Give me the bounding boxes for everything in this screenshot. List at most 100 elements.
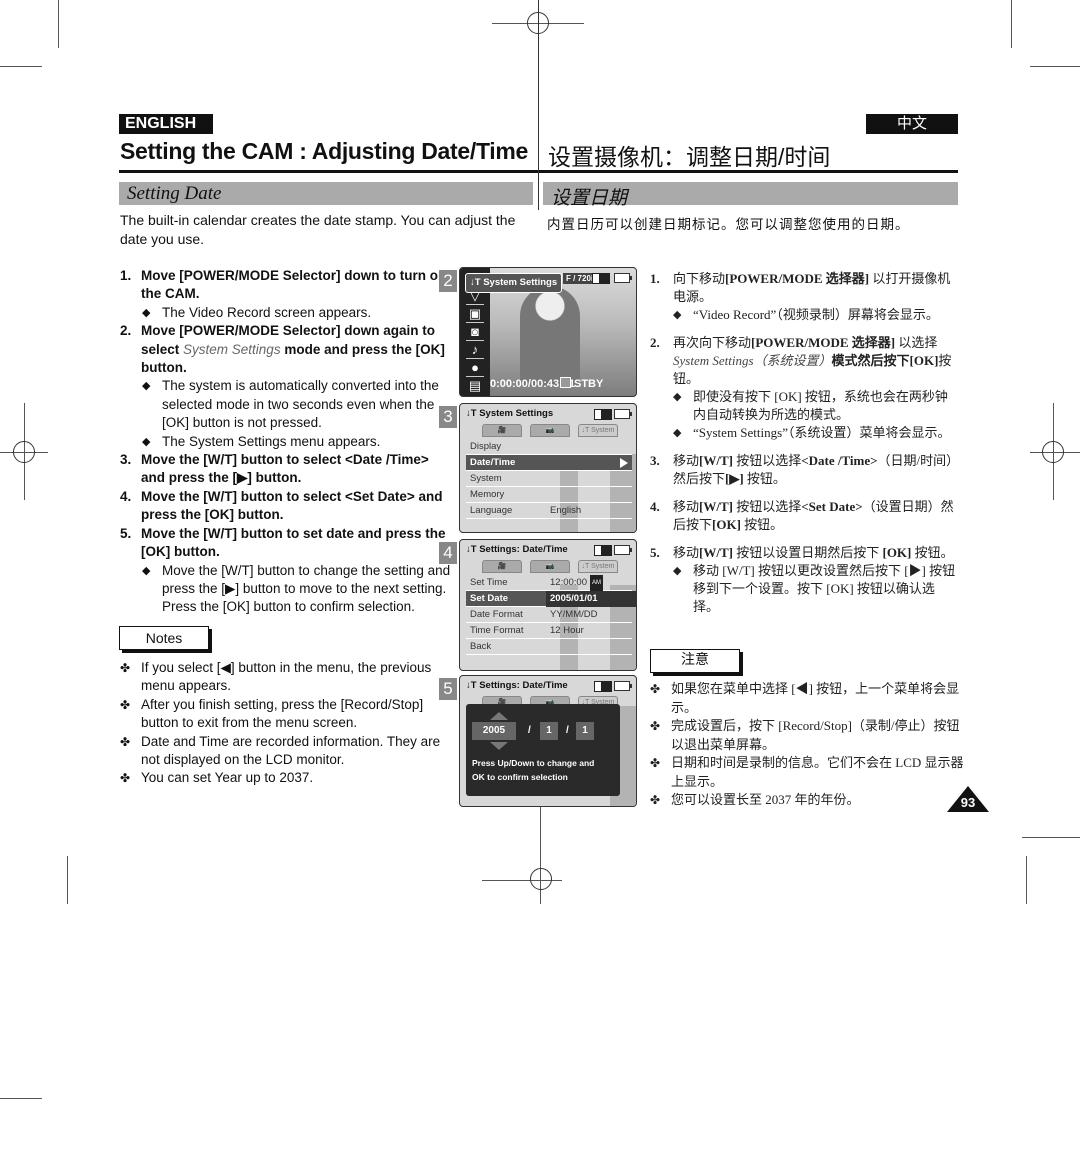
club-bullet-icon: ✤ bbox=[120, 734, 131, 749]
club-bullet-icon: ✤ bbox=[120, 661, 131, 675]
month-field[interactable]: 1 bbox=[540, 722, 558, 740]
note-text: 如果您在菜单中选择 [◀] 按钮，上一个菜单将会显示。 bbox=[671, 681, 960, 715]
step-2-bullet: ◆ The System Settings menu appears. bbox=[120, 433, 455, 451]
diamond-bullet-icon: ◆ bbox=[142, 564, 151, 577]
bullet-text: “System Settings”（系统设置）菜单将会显示。 bbox=[693, 425, 951, 440]
step-text-bold: <Set Date> bbox=[801, 499, 863, 514]
memory-card-icon bbox=[594, 545, 612, 556]
notes-list-chinese: ✤ 如果您在菜单中选择 [◀] 按钮，上一个菜单将会显示。 ✤ 完成设置后，按下 [… bbox=[650, 680, 970, 810]
menu-item-date-time[interactable]: Date/Time bbox=[466, 455, 632, 471]
menu-item-memory[interactable]: Memory bbox=[466, 487, 632, 503]
note-text: 您可以设置长至 2037 年的年份。 bbox=[671, 792, 860, 807]
step-number: 2. bbox=[120, 323, 132, 339]
step-text: Move the [W/T] button to select <Set Dat… bbox=[141, 488, 443, 523]
tab-photo[interactable]: 📷 bbox=[530, 560, 570, 573]
club-bullet-icon: ✤ bbox=[120, 771, 131, 786]
step-3-zh: 3. 移动[W/T] 按钮以选择<Date /Time>（日期/时间）然后按下[… bbox=[650, 452, 960, 488]
screenshot-date-time-settings: ↓T Settings: Date/Time 🎥 📷 ↓T System Set… bbox=[459, 539, 637, 671]
memory-card-icon bbox=[594, 409, 612, 420]
step-4-zh: 4. 移动[W/T] 按钮以选择<Set Date>（设置日期）然后按下[OK]… bbox=[650, 498, 960, 534]
step-3: 3. Move the [W/T] button to select <Date… bbox=[120, 451, 455, 488]
step-5-zh-bullet: ◆ 移动 [W/T] 按钮以更改设置然后按下 [▶] 按钮移到下一个设置。按下 [… bbox=[650, 562, 960, 616]
menu-item-label: Display bbox=[470, 441, 502, 452]
menu-item-label: Date/Time bbox=[470, 457, 516, 468]
step-number: 2. bbox=[650, 335, 660, 350]
day-field[interactable]: 1 bbox=[576, 722, 594, 740]
crop-mark bbox=[1022, 837, 1080, 838]
step-text-bold: [OK] bbox=[882, 545, 912, 560]
menu-item-label: Set Date bbox=[470, 593, 509, 604]
menu-item-label: Time Format bbox=[470, 625, 524, 636]
screen-number: 3 bbox=[439, 406, 457, 428]
tab-photo[interactable]: 📷 bbox=[530, 424, 570, 437]
menu-item-language[interactable]: Language English bbox=[466, 503, 632, 519]
crop-mark bbox=[58, 0, 59, 48]
battery-icon bbox=[614, 545, 632, 555]
screen-number: 2 bbox=[439, 270, 457, 292]
arrow-up-icon[interactable] bbox=[490, 712, 508, 720]
tab-video[interactable]: 🎥 bbox=[482, 424, 522, 437]
club-bullet-icon: ✤ bbox=[650, 793, 661, 807]
step-text: 按钮。 bbox=[740, 517, 784, 532]
step-1-bullet: ◆ The Video Record screen appears. bbox=[120, 304, 455, 322]
step-text-bold: [W/T] bbox=[699, 545, 733, 560]
step-2: 2. Move [POWER/MODE Selector] down again… bbox=[120, 322, 455, 377]
video-camera-icon: ▣ bbox=[466, 306, 484, 323]
page-title-chinese: 设置摄像机：调整日期/时间 bbox=[548, 144, 831, 170]
menu-title-text: Settings: Date/Time bbox=[479, 680, 568, 691]
column-divider bbox=[538, 0, 539, 210]
language-badge-chinese: 中文 bbox=[866, 114, 958, 134]
menu-item-label: Set Time bbox=[470, 577, 508, 588]
memory-card-icon bbox=[594, 681, 612, 692]
menu-item-value: 12 Hour bbox=[550, 625, 584, 636]
page-title-english: Setting the CAM : Adjusting Date/Time bbox=[120, 138, 529, 164]
battery-icon bbox=[614, 273, 632, 283]
notes-label-chinese: 注意 bbox=[650, 649, 740, 673]
tab-system[interactable]: ↓T System bbox=[578, 424, 618, 437]
notes-list-english: ✤ If you select [◀] button in the menu, t… bbox=[120, 659, 460, 788]
step-text: Move [POWER/MODE Selector] down to turn … bbox=[141, 268, 447, 302]
menu-title: ↓T Settings: Date/Time bbox=[466, 544, 568, 555]
menu-item-set-date[interactable]: Set Date 2005/01/01 bbox=[466, 591, 636, 607]
tab-system[interactable]: ↓T System bbox=[578, 560, 618, 573]
note-text: If you select [◀] button in the menu, th… bbox=[141, 660, 432, 694]
step-text: Move the [W/T] button to set date and pr… bbox=[141, 525, 446, 560]
menu-item-system[interactable]: System bbox=[466, 471, 632, 487]
step-text: 按钮以选择 bbox=[732, 453, 802, 468]
section-title-english: Setting Date bbox=[127, 183, 222, 204]
menu-item-back[interactable]: Back bbox=[466, 639, 632, 655]
menu-item-date-format[interactable]: Date Format YY/MM/DD bbox=[466, 607, 632, 623]
step-text-bold: 模式然后按下 bbox=[831, 353, 910, 368]
step-number: 5. bbox=[650, 545, 660, 560]
bullet-text: 移动 [W/T] 按钮以更改设置然后按下 [▶] 按钮移到下一个设置。按下 [O… bbox=[693, 563, 956, 614]
registration-mark bbox=[530, 868, 552, 890]
instruction-line: Press Up/Down to change and bbox=[472, 758, 595, 768]
microphone-icon: ● bbox=[466, 360, 484, 377]
arrow-down-icon[interactable] bbox=[490, 742, 508, 750]
steps-list-chinese: 1. 向下移动[POWER/MODE 选择器] 以打开摄像机电源。 ◆ “Vide… bbox=[650, 270, 960, 616]
bullet-text: Move the [W/T] button to change the sett… bbox=[162, 562, 451, 615]
step-1: 1. Move [POWER/MODE Selector] down to tu… bbox=[120, 267, 455, 304]
tools-icon: ↓T bbox=[466, 680, 480, 691]
note-item: ✤ After you finish setting, press the [Re… bbox=[120, 696, 460, 733]
crop-mark bbox=[1030, 66, 1080, 67]
screen-number: 4 bbox=[439, 542, 457, 564]
note-item: ✤ If you select [◀] button in the menu, t… bbox=[120, 659, 460, 696]
step-text-bold: [OK] bbox=[712, 517, 741, 532]
record-indicator-icon bbox=[560, 377, 571, 388]
note-text: After you finish setting, press the [Rec… bbox=[141, 696, 424, 731]
tab-video[interactable]: 🎥 bbox=[482, 560, 522, 573]
battery-icon bbox=[614, 409, 632, 419]
menu-item-time-format[interactable]: Time Format 12 Hour bbox=[466, 623, 632, 639]
step-1-zh-bullet: ◆ “Video Record”（视频录制）屏幕将会显示。 bbox=[650, 306, 960, 324]
crop-mark bbox=[0, 1098, 42, 1099]
year-field[interactable]: 2005 bbox=[472, 722, 516, 740]
step-text: 按钮以设置日期然后按下 bbox=[732, 545, 883, 560]
crop-mark bbox=[1026, 856, 1027, 904]
step-text-bold: [W/T] bbox=[699, 499, 733, 514]
note-item: ✤ 完成设置后，按下 [Record/Stop]（录制/停止）按钮以退出菜单屏幕。 bbox=[650, 717, 970, 754]
menu-item-display[interactable]: Display bbox=[466, 439, 632, 455]
menu-item-set-time[interactable]: Set Time 12:00:00 AM bbox=[466, 575, 632, 591]
club-bullet-icon: ✤ bbox=[650, 682, 661, 696]
note-item: ✤ 日期和时间是录制的信息。它们不会在 LCD 显示器上显示。 bbox=[650, 754, 970, 791]
